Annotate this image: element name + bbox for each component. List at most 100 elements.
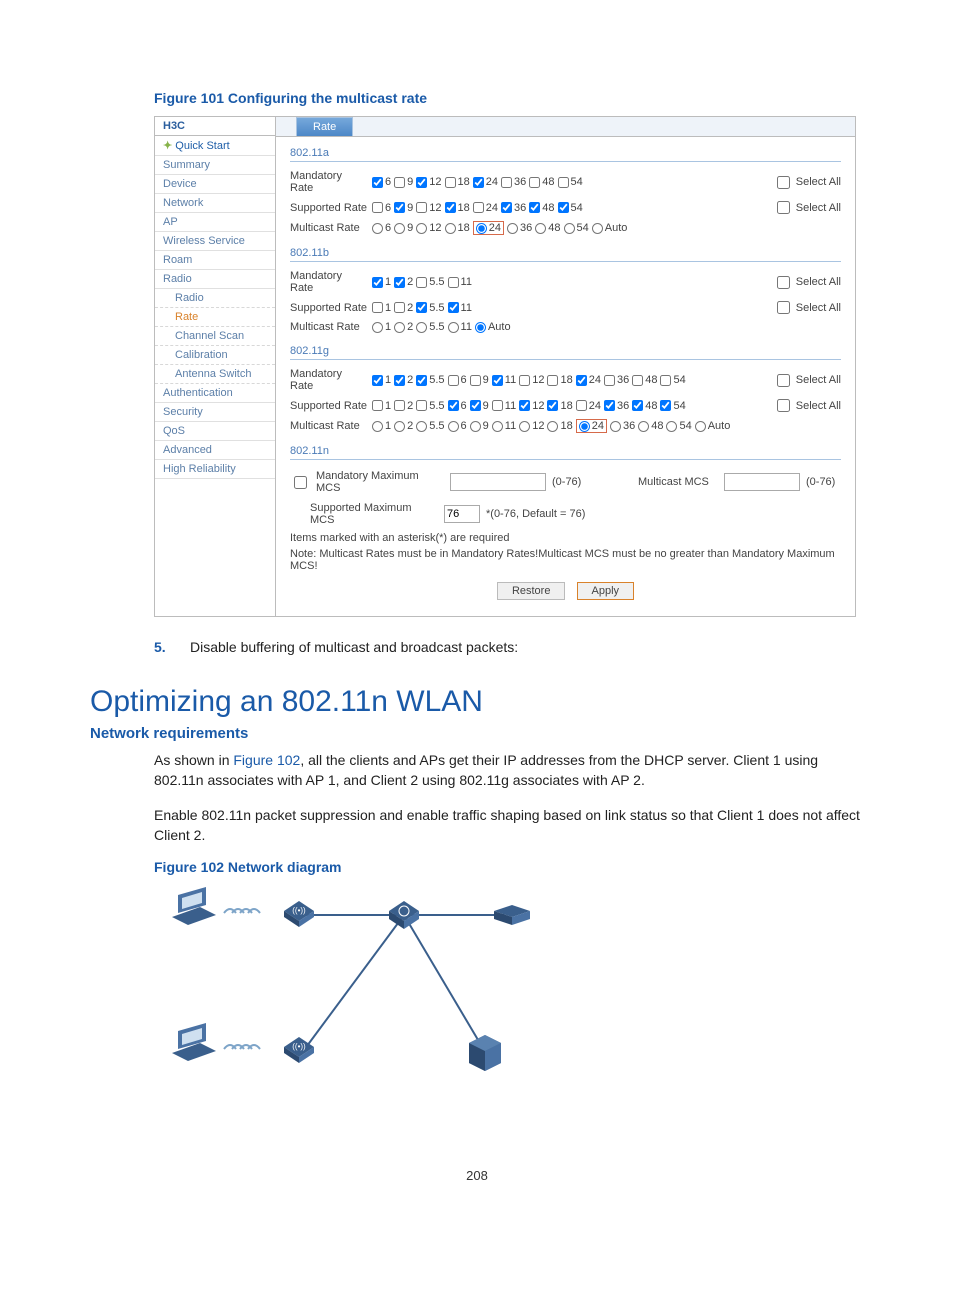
rate-checkbox[interactable] xyxy=(394,177,405,188)
rate-checkbox[interactable] xyxy=(448,277,459,288)
rate-radio[interactable] xyxy=(519,421,530,432)
rate-option[interactable]: 9 xyxy=(394,176,413,188)
sidebar-item[interactable]: ✦ Quick Start xyxy=(155,136,275,156)
select-all-checkbox[interactable] xyxy=(777,276,790,289)
rate-checkbox[interactable] xyxy=(473,177,484,188)
rate-option[interactable]: 54 xyxy=(666,420,691,432)
rate-checkbox[interactable] xyxy=(547,400,558,411)
rate-option[interactable]: 12 xyxy=(416,202,441,214)
rate-option[interactable]: 5.5 xyxy=(416,302,444,314)
rate-option[interactable]: 2 xyxy=(394,276,413,288)
rate-option[interactable]: 24 xyxy=(473,176,498,188)
rate-checkbox[interactable] xyxy=(576,375,587,386)
rate-radio[interactable] xyxy=(475,322,486,333)
rate-radio[interactable] xyxy=(564,223,575,234)
rate-option[interactable]: 12 xyxy=(416,222,441,234)
rate-option[interactable]: 12 xyxy=(519,420,544,432)
rate-option[interactable]: 48 xyxy=(535,222,560,234)
rate-option[interactable]: 5.5 xyxy=(416,374,444,386)
rate-radio[interactable] xyxy=(372,421,383,432)
rate-radio[interactable] xyxy=(448,421,459,432)
sidebar-item[interactable]: Security xyxy=(155,403,275,422)
sidebar-item[interactable]: QoS xyxy=(155,422,275,441)
rate-radio[interactable] xyxy=(372,223,383,234)
multicast-mcs-input[interactable] xyxy=(724,473,800,491)
rate-option[interactable]: 11 xyxy=(492,400,516,412)
rate-option[interactable]: 1 xyxy=(372,374,391,386)
rate-checkbox[interactable] xyxy=(394,400,405,411)
rate-checkbox[interactable] xyxy=(372,400,383,411)
sidebar-item[interactable]: Device xyxy=(155,175,275,194)
figure-102-link[interactable]: Figure 102 xyxy=(233,752,300,768)
rate-option[interactable]: 11 xyxy=(492,374,516,386)
rate-checkbox[interactable] xyxy=(558,177,569,188)
select-all-checkbox[interactable] xyxy=(777,374,790,387)
rate-radio[interactable] xyxy=(492,421,503,432)
mandatory-max-mcs-input[interactable] xyxy=(450,473,546,491)
rate-option[interactable]: 48 xyxy=(529,176,554,188)
rate-radio[interactable] xyxy=(416,223,427,234)
rate-option[interactable]: 54 xyxy=(564,222,589,234)
rate-radio[interactable] xyxy=(507,223,518,234)
rate-option[interactable]: 54 xyxy=(558,176,583,188)
restore-button[interactable]: Restore xyxy=(497,582,566,600)
rate-radio[interactable] xyxy=(476,223,487,234)
rate-checkbox[interactable] xyxy=(519,375,530,386)
rate-checkbox[interactable] xyxy=(473,202,484,213)
rate-radio[interactable] xyxy=(592,223,603,234)
rate-checkbox[interactable] xyxy=(416,177,427,188)
sidebar-item[interactable]: Radio xyxy=(155,289,275,308)
rate-option[interactable]: 6 xyxy=(448,420,467,432)
rate-radio[interactable] xyxy=(416,421,427,432)
rate-option[interactable]: 2 xyxy=(394,400,413,412)
rate-option[interactable]: 6 xyxy=(448,374,467,386)
rate-checkbox[interactable] xyxy=(632,400,643,411)
rate-option[interactable]: 1 xyxy=(372,420,391,432)
sidebar-item[interactable]: Calibration xyxy=(155,346,275,365)
rate-option[interactable]: 48 xyxy=(632,400,657,412)
rate-checkbox[interactable] xyxy=(501,202,512,213)
rate-radio[interactable] xyxy=(666,421,677,432)
rate-option[interactable]: 36 xyxy=(610,420,635,432)
rate-radio[interactable] xyxy=(610,421,621,432)
sidebar-item[interactable]: Authentication xyxy=(155,384,275,403)
rate-checkbox[interactable] xyxy=(416,375,427,386)
rate-radio[interactable] xyxy=(445,223,456,234)
rate-option[interactable]: 1 xyxy=(372,400,391,412)
rate-option[interactable]: 2 xyxy=(394,420,413,432)
rate-option[interactable]: 36 xyxy=(604,374,629,386)
rate-radio[interactable] xyxy=(535,223,546,234)
rate-checkbox[interactable] xyxy=(394,202,405,213)
rate-checkbox[interactable] xyxy=(529,202,540,213)
rate-checkbox[interactable] xyxy=(470,375,481,386)
rate-option[interactable]: 5.5 xyxy=(416,420,444,432)
rate-radio[interactable] xyxy=(547,421,558,432)
rate-checkbox[interactable] xyxy=(558,202,569,213)
rate-checkbox[interactable] xyxy=(660,375,671,386)
sidebar-item[interactable]: Channel Scan xyxy=(155,327,275,346)
rate-checkbox[interactable] xyxy=(547,375,558,386)
rate-radio[interactable] xyxy=(416,322,427,333)
sidebar-item[interactable]: Roam xyxy=(155,251,275,270)
rate-checkbox[interactable] xyxy=(445,202,456,213)
rate-option[interactable]: 24 xyxy=(473,202,498,214)
rate-option[interactable]: 54 xyxy=(660,374,685,386)
rate-option[interactable]: 36 xyxy=(604,400,629,412)
sidebar-item[interactable]: AP xyxy=(155,213,275,232)
supported-max-mcs-input[interactable] xyxy=(444,505,480,523)
rate-option[interactable]: 9 xyxy=(470,420,489,432)
rate-option[interactable]: 2 xyxy=(394,374,413,386)
rate-option[interactable]: 1 xyxy=(372,321,391,333)
rate-radio[interactable] xyxy=(470,421,481,432)
rate-radio[interactable] xyxy=(372,322,383,333)
select-all-checkbox[interactable] xyxy=(777,301,790,314)
apply-button[interactable]: Apply xyxy=(577,582,635,600)
select-all[interactable]: Select All xyxy=(773,173,841,192)
sidebar-item[interactable]: Radio xyxy=(155,270,275,289)
rate-option[interactable]: 48 xyxy=(632,374,657,386)
rate-option[interactable]: 5.5 xyxy=(416,400,444,412)
tab-rate[interactable]: Rate xyxy=(296,117,353,136)
rate-option[interactable]: 12 xyxy=(416,176,441,188)
rate-checkbox[interactable] xyxy=(632,375,643,386)
select-all-checkbox[interactable] xyxy=(777,176,790,189)
